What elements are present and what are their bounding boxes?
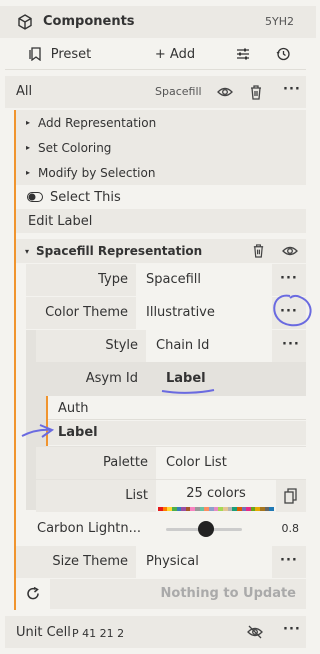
eye-off-icon[interactable]: [247, 624, 263, 640]
style-row: Style Chain Id ···: [36, 330, 306, 362]
select-this-label: Select This: [50, 189, 121, 205]
edit-label-button[interactable]: Edit Label: [16, 209, 306, 233]
action-add-representation[interactable]: ▸ Add Representation: [16, 110, 306, 135]
palette-label: Palette: [102, 455, 148, 470]
add-label: + Add: [154, 46, 196, 62]
asym-id-row: Asym Id Label: [36, 363, 306, 395]
history-button[interactable]: [267, 38, 299, 70]
cube-icon: [17, 14, 33, 30]
palette-row: Palette Color List: [36, 447, 306, 479]
carbon-slider[interactable]: [166, 521, 242, 537]
carbon-lightness-row: Carbon Lightn... 0.8: [26, 513, 306, 545]
settings-button[interactable]: [227, 38, 259, 70]
action-set-coloring[interactable]: ▸ Set Coloring: [16, 135, 306, 160]
list-row: List 25 colors: [36, 480, 306, 512]
type-row: Type Spacefill ···: [26, 264, 306, 296]
style-label: Style: [105, 338, 138, 353]
more-options-icon[interactable]: ···: [280, 553, 298, 568]
more-options-icon[interactable]: ···: [280, 271, 298, 286]
option-label: Label: [58, 425, 98, 440]
asym-id-select[interactable]: Label: [156, 363, 306, 395]
carbon-value: 0.8: [281, 522, 300, 535]
refresh-icon[interactable]: [26, 587, 40, 601]
more-options-icon[interactable]: ···: [282, 337, 300, 352]
asym-id-label: Asym Id: [85, 371, 138, 386]
type-select[interactable]: Spacefill: [136, 264, 272, 296]
palette-value: Color List: [166, 455, 227, 470]
structure-id: 5YH2: [265, 15, 294, 28]
update-row: Nothing to Update: [16, 579, 306, 609]
list-label: List: [125, 488, 148, 503]
unit-cell-group: P 41 21 2: [72, 627, 125, 640]
add-button[interactable]: + Add: [125, 38, 225, 70]
select-this-button[interactable]: Select This: [16, 185, 306, 209]
update-label: Nothing to Update: [160, 586, 296, 601]
copy-icon[interactable]: [284, 488, 298, 504]
eye-icon[interactable]: [217, 84, 233, 100]
asym-id-value: Label: [166, 371, 206, 386]
more-options-icon[interactable]: ···: [283, 622, 301, 637]
more-options-icon[interactable]: ···: [280, 304, 298, 319]
toggle-icon: [27, 192, 43, 202]
unit-cell-row[interactable]: Unit Cell P 41 21 2 ···: [5, 616, 306, 648]
size-theme-value: Physical: [146, 554, 199, 569]
group-row-all[interactable]: All Spacefill ···: [5, 76, 306, 108]
type-value: Spacefill: [146, 272, 202, 287]
style-value: Chain Id: [156, 338, 210, 353]
history-icon: [276, 47, 290, 61]
components-toolbar: Preset + Add: [5, 38, 306, 70]
collapse-arrow-icon[interactable]: ▾: [25, 247, 29, 256]
style-select[interactable]: Chain Id: [146, 330, 272, 362]
trash-icon[interactable]: [252, 243, 265, 258]
action-label: Add Representation: [38, 115, 157, 130]
color-list-button[interactable]: 25 colors: [156, 480, 276, 512]
asym-option-label[interactable]: Label: [48, 421, 306, 445]
expand-arrow-icon: ▸: [26, 118, 31, 127]
edit-label-text: Edit Label: [28, 213, 93, 229]
action-label: Set Coloring: [38, 140, 112, 155]
trash-icon[interactable]: [249, 84, 263, 100]
type-label: Type: [98, 272, 128, 287]
representation-header[interactable]: ▾ Spacefill Representation: [16, 239, 306, 263]
size-theme-row: Size Theme Physical ···: [16, 546, 306, 578]
action-label: Modify by Selection: [38, 165, 156, 180]
preset-button[interactable]: Preset: [5, 38, 115, 70]
slider-thumb[interactable]: [198, 521, 215, 537]
update-button[interactable]: Nothing to Update: [50, 579, 306, 609]
expand-arrow-icon: ▸: [26, 168, 31, 177]
color-count: 25 colors: [186, 486, 246, 501]
components-header: Components 5YH2: [0, 6, 316, 38]
sliders-icon: [236, 47, 250, 61]
group-name: All: [16, 84, 33, 99]
unit-cell-label: Unit Cell: [16, 625, 71, 640]
more-options-icon[interactable]: ···: [283, 82, 301, 97]
palette-swatch-strip: [158, 507, 275, 511]
carbon-lightness-label: Carbon Lightn...: [37, 521, 142, 536]
preset-label: Preset: [50, 46, 92, 62]
palette-swatch: [269, 507, 275, 511]
color-theme-value: Illustrative: [146, 305, 215, 320]
group-badge: Spacefill: [155, 85, 202, 98]
palette-select[interactable]: Color List: [156, 447, 306, 479]
components-title: Components: [43, 14, 135, 29]
eye-icon[interactable]: [282, 243, 298, 259]
color-theme-row: Color Theme Illustrative ···: [26, 297, 306, 329]
representation-title: Spacefill Representation: [36, 244, 203, 258]
expand-arrow-icon: ▸: [26, 143, 31, 152]
action-modify-selection[interactable]: ▸ Modify by Selection: [16, 160, 306, 185]
option-label: Auth: [58, 401, 89, 416]
size-theme-select[interactable]: Physical: [136, 546, 272, 578]
asym-dropdown: Auth Label: [46, 396, 306, 446]
asym-option-auth[interactable]: Auth: [48, 396, 306, 420]
color-theme-select[interactable]: Illustrative: [136, 297, 272, 329]
size-theme-label: Size Theme: [52, 554, 128, 569]
color-theme-label: Color Theme: [45, 305, 128, 320]
bookmark-icon: [29, 47, 43, 61]
